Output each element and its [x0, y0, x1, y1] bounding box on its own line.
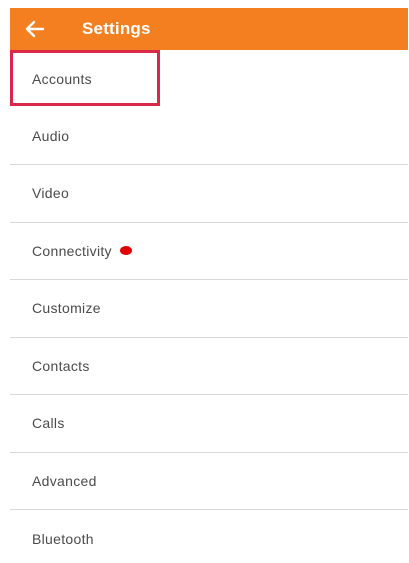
notification-dot [119, 246, 132, 256]
settings-item-label: Bluetooth [32, 530, 94, 547]
settings-item-accounts[interactable]: Accounts [10, 50, 408, 108]
settings-item-bluetooth[interactable]: Bluetooth [10, 510, 408, 563]
app-bar: Settings [10, 8, 408, 50]
settings-item-audio[interactable]: Audio [10, 107, 408, 165]
settings-item-label: Contacts [32, 357, 90, 374]
settings-item-label: Advanced [32, 472, 97, 489]
settings-item-video[interactable]: Video [10, 165, 408, 223]
page-title: Settings [82, 19, 151, 38]
settings-menu: Accounts Audio Video Connectivity Custom… [10, 50, 408, 563]
settings-item-contacts[interactable]: Contacts [10, 337, 408, 395]
settings-item-customize[interactable]: Customize [10, 280, 408, 338]
settings-item-label: Calls [32, 415, 65, 432]
back-button[interactable] [12, 8, 58, 50]
settings-item-label: Audio [32, 127, 70, 144]
settings-screen: Settings Accounts Audio Video Connectivi… [0, 0, 409, 563]
settings-item-connectivity[interactable]: Connectivity [10, 222, 408, 280]
settings-item-label: Video [32, 185, 70, 202]
arrow-left-icon [25, 20, 45, 38]
settings-item-advanced[interactable]: Advanced [10, 452, 408, 510]
settings-item-label: Customize [32, 300, 101, 317]
settings-item-calls[interactable]: Calls [10, 395, 408, 453]
settings-item-label: Accounts [32, 70, 92, 87]
settings-item-label: Connectivity [32, 242, 112, 259]
